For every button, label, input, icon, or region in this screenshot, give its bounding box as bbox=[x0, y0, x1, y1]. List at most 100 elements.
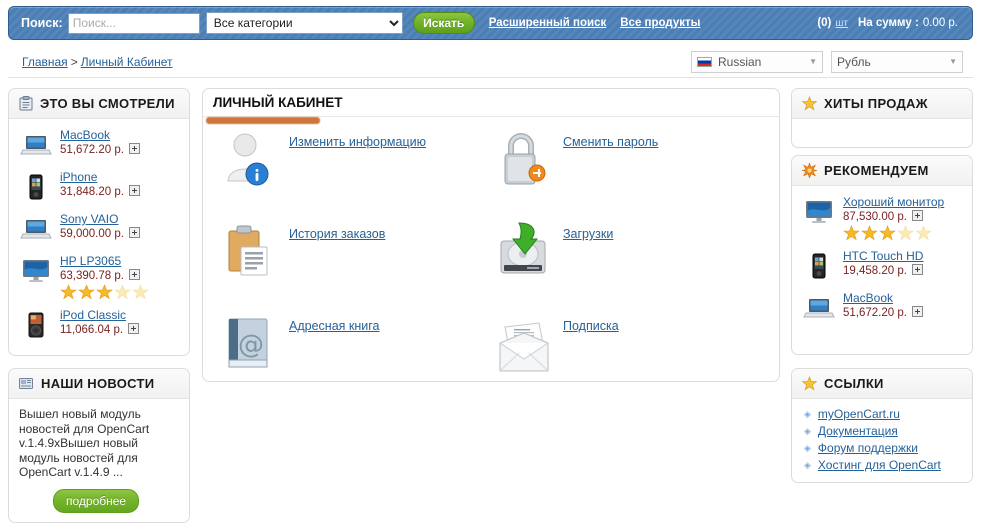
cart-summary[interactable]: (0) шт На сумму : 0.00 р. bbox=[817, 17, 958, 29]
currency-value: Рубль bbox=[837, 54, 871, 69]
list-item[interactable]: ◈ Форум поддержки bbox=[802, 441, 962, 455]
sidebar-link[interactable]: Форум поддержки bbox=[818, 441, 918, 455]
account-link[interactable]: История заказов bbox=[289, 227, 385, 241]
chevron-down-icon: ▼ bbox=[949, 56, 957, 66]
page-title-bar: ЛИЧНЫЙ КАБИНЕТ bbox=[203, 89, 779, 117]
monitor-icon bbox=[19, 254, 53, 288]
envelope-icon[interactable] bbox=[491, 313, 557, 377]
product-price: 19,458.20 р. bbox=[843, 264, 924, 277]
product-name-link[interactable]: iPhone bbox=[60, 170, 140, 184]
product-name-link[interactable]: HTC Touch HD bbox=[843, 249, 923, 263]
featured-panel: РЕКОМЕНДУЕМ Хороший монитор 87,530.00 р. … bbox=[791, 155, 973, 355]
russian-flag-icon bbox=[697, 56, 712, 67]
all-products-link[interactable]: Все продукты bbox=[620, 17, 700, 29]
account-link-cell[interactable]: @ Адресная книга bbox=[217, 313, 491, 393]
list-item[interactable]: ◈ Хостинг для OpenCart bbox=[802, 458, 962, 472]
account-link[interactable]: Адресная книга bbox=[289, 319, 379, 333]
account-link-cell[interactable]: История заказов bbox=[217, 221, 491, 301]
product-list-item[interactable]: HP LP3065 63,390.78 р. bbox=[19, 253, 179, 300]
product-list-item[interactable]: iPhone 31,848.20 р. bbox=[19, 169, 179, 204]
add-to-cart-plus-icon[interactable] bbox=[912, 210, 924, 221]
diamond-bullet-icon: ◈ bbox=[804, 408, 811, 419]
recently-viewed-list: MacBook 51,672.20 р. iPhone 31,848.20 р. S… bbox=[9, 119, 189, 359]
product-price: 11,066.04 р. bbox=[60, 323, 140, 336]
account-link[interactable]: Подписка bbox=[563, 319, 619, 333]
sidebar-link[interactable]: Документация bbox=[818, 424, 898, 438]
chevron-down-icon: ▼ bbox=[809, 56, 817, 66]
product-name-link[interactable]: HP LP3065 bbox=[60, 254, 150, 268]
account-link-cell[interactable]: Изменить информацию bbox=[217, 129, 491, 209]
product-name-link[interactable]: iPod Classic bbox=[60, 308, 139, 322]
laptop-icon bbox=[19, 212, 53, 246]
bestsellers-title: ХИТЫ ПРОДАЖ bbox=[824, 96, 928, 111]
featured-title: РЕКОМЕНДУЕМ bbox=[824, 163, 929, 178]
links-list: ◈ myOpenCart.ru ◈ Документация ◈ Форум поддер… bbox=[792, 399, 972, 485]
advanced-search-link[interactable]: Расширенный поиск bbox=[489, 17, 607, 29]
product-list-item[interactable]: MacBook 51,672.20 р. bbox=[802, 290, 962, 325]
product-name-link[interactable]: Хороший монитор bbox=[843, 195, 944, 209]
list-item[interactable]: ◈ myOpenCart.ru bbox=[802, 407, 962, 421]
add-to-cart-plus-icon[interactable] bbox=[129, 227, 141, 238]
add-to-cart-plus-icon[interactable] bbox=[912, 306, 924, 317]
account-panel: ЛИЧНЫЙ КАБИНЕТ Изменить информацию Сменит… bbox=[202, 88, 780, 382]
star-icon bbox=[802, 96, 817, 111]
diamond-bullet-icon: ◈ bbox=[804, 425, 811, 436]
add-to-cart-plus-icon[interactable] bbox=[129, 185, 141, 196]
featured-list: Хороший монитор 87,530.00 р. HTC Touch HD… bbox=[792, 186, 972, 342]
product-list-item[interactable]: MacBook 51,672.20 р. bbox=[19, 127, 179, 162]
star-icon bbox=[897, 225, 914, 241]
sidebar-link[interactable]: Хостинг для OpenCart bbox=[818, 458, 941, 472]
search-input[interactable] bbox=[67, 12, 200, 34]
links-title: ССЫЛКИ bbox=[824, 376, 884, 391]
add-to-cart-plus-icon[interactable] bbox=[912, 264, 924, 275]
news-icon bbox=[19, 377, 34, 390]
add-to-cart-plus-icon[interactable] bbox=[129, 143, 141, 154]
harddrive-download-icon[interactable] bbox=[491, 221, 557, 285]
account-link[interactable]: Сменить пароль bbox=[563, 135, 658, 149]
clipboard-orders-icon[interactable] bbox=[217, 221, 283, 285]
address-book-icon[interactable]: @ bbox=[217, 313, 283, 377]
breadcrumb-bar: Главная > Личный Кабинет Russian ▼ Рубль ▼ bbox=[8, 46, 973, 78]
laptop-icon bbox=[19, 128, 53, 162]
padlock-icon[interactable] bbox=[491, 129, 557, 193]
add-to-cart-plus-icon[interactable] bbox=[128, 323, 140, 334]
list-item[interactable]: ◈ Документация bbox=[802, 424, 962, 438]
links-panel: ССЫЛКИ ◈ myOpenCart.ru ◈ Документация ◈ Форум… bbox=[791, 368, 973, 483]
account-link-cell[interactable]: Загрузки bbox=[491, 221, 765, 301]
add-to-cart-plus-icon[interactable] bbox=[129, 269, 141, 280]
product-list-item[interactable]: Хороший монитор 87,530.00 р. bbox=[802, 194, 962, 241]
account-link-cell[interactable]: Сменить пароль bbox=[491, 129, 765, 209]
cart-unit-link[interactable]: шт bbox=[835, 18, 848, 29]
news-more-button[interactable]: подробнее bbox=[53, 488, 140, 513]
product-list-item[interactable]: iPod Classic 11,066.04 р. bbox=[19, 307, 179, 342]
diamond-bullet-icon: ◈ bbox=[804, 459, 811, 470]
language-select[interactable]: Russian ▼ bbox=[691, 50, 823, 73]
news-panel: НАШИ НОВОСТИ Вышел новый модуль новостей… bbox=[8, 368, 190, 523]
currency-select[interactable]: Рубль ▼ bbox=[831, 50, 963, 73]
product-name-link[interactable]: MacBook bbox=[60, 128, 140, 142]
account-links-grid: Изменить информацию Сменить пароль История… bbox=[203, 117, 779, 393]
product-list-item[interactable]: Sony VAIO 59,000.00 р. bbox=[19, 211, 179, 246]
rating-stars bbox=[843, 225, 944, 241]
starburst-icon bbox=[802, 163, 817, 178]
product-list-item[interactable]: HTC Touch HD 19,458.20 р. bbox=[802, 248, 962, 283]
bestsellers-panel: ХИТЫ ПРОДАЖ bbox=[791, 88, 973, 148]
user-info-icon[interactable] bbox=[217, 129, 283, 193]
account-link[interactable]: Изменить информацию bbox=[289, 135, 426, 149]
breadcrumb-home-link[interactable]: Главная bbox=[22, 55, 68, 69]
star-icon bbox=[132, 284, 149, 300]
category-select[interactable]: Все категории bbox=[205, 12, 403, 34]
search-button[interactable]: Искать bbox=[412, 12, 475, 34]
clipboard-icon bbox=[19, 96, 33, 111]
product-name-link[interactable]: Sony VAIO bbox=[60, 212, 140, 226]
search-toolbar: Поиск: Все категории Искать Расширенный … bbox=[8, 6, 973, 40]
account-link-cell[interactable]: Подписка bbox=[491, 313, 765, 393]
sidebar-link[interactable]: myOpenCart.ru bbox=[818, 407, 900, 421]
account-link[interactable]: Загрузки bbox=[563, 227, 613, 241]
product-price: 51,672.20 р. bbox=[60, 143, 141, 156]
product-price: 59,000.00 р. bbox=[60, 227, 141, 240]
search-label: Поиск: bbox=[21, 16, 63, 30]
product-info: MacBook 51,672.20 р. bbox=[843, 290, 924, 319]
breadcrumb-current-link[interactable]: Личный Кабинет bbox=[81, 55, 173, 69]
product-name-link[interactable]: MacBook bbox=[843, 291, 923, 305]
